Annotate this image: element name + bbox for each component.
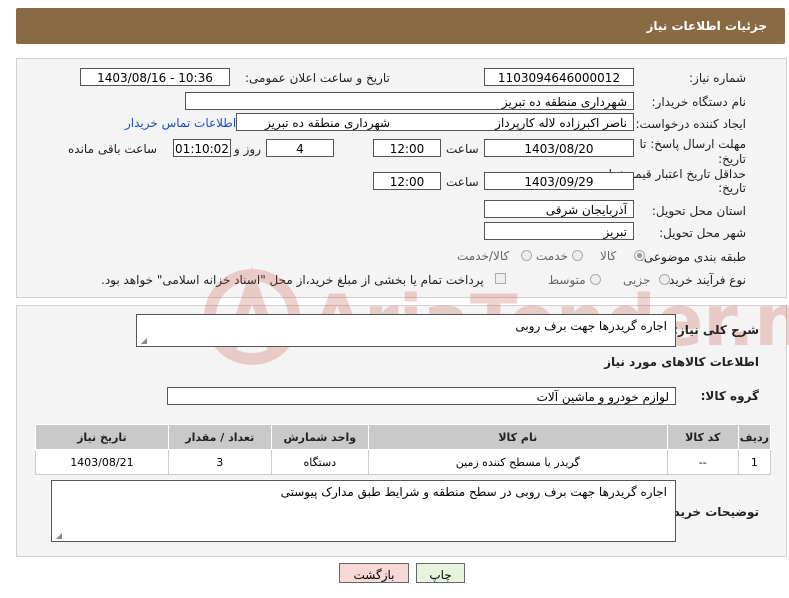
need-number-field[interactable]: 1103094646000012 bbox=[484, 68, 634, 86]
creator-label: ایجاد کننده درخواست: bbox=[635, 117, 746, 131]
table-row: 1 -- گریدر یا مسطح کننده زمین دستگاه 3 1… bbox=[35, 449, 772, 475]
province-label: استان محل تحویل: bbox=[651, 204, 746, 218]
col-unit: واحد شمارش bbox=[270, 424, 369, 450]
goods-table-header: ردیف کد کالا نام کالا واحد شمارش تعداد /… bbox=[35, 424, 772, 450]
city-label: شهر محل تحویل: bbox=[659, 226, 746, 240]
category-goods-radio[interactable] bbox=[634, 250, 645, 261]
goods-info-title: اطلاعات کالاهای مورد نیاز bbox=[604, 355, 759, 369]
reply-time-field[interactable]: 12:00 bbox=[373, 139, 441, 157]
payment-treasury-note: پرداخت تمام یا بخشی از مبلغ خرید،از محل … bbox=[101, 273, 484, 287]
city-field[interactable]: تبریز bbox=[484, 222, 634, 240]
goods-group-field[interactable]: لوازم خودرو و ماشین آلات bbox=[167, 387, 676, 405]
payment-treasury-checkbox[interactable] bbox=[495, 273, 506, 284]
back-button[interactable]: بازگشت bbox=[339, 563, 409, 583]
reply-deadline-label-date: تاریخ: bbox=[718, 152, 746, 166]
cell-goods-code: -- bbox=[666, 449, 739, 475]
reply-date-field[interactable]: 1403/08/20 bbox=[484, 139, 634, 157]
buyer-notes-textarea[interactable]: اجاره گریدرها جهت برف روبی در سطح منطقه … bbox=[51, 480, 676, 542]
cell-row-number: 1 bbox=[737, 449, 772, 475]
price-time-field[interactable]: 12:00 bbox=[373, 172, 441, 190]
col-goods-name: نام کالا bbox=[367, 424, 668, 450]
page-title: جزئیات اطلاعات نیاز bbox=[646, 19, 767, 33]
category-service-radio[interactable] bbox=[572, 250, 583, 261]
reply-deadline-label: مهلت ارسال پاسخ: تا bbox=[639, 137, 746, 151]
creator-name: ناصر اکبرزاده لاله کارپرداز bbox=[495, 116, 627, 130]
goods-table: ردیف کد کالا نام کالا واحد شمارش تعداد /… bbox=[35, 424, 772, 475]
goods-group-label: گروه کالا: bbox=[700, 389, 759, 403]
cell-goods-name: گریدر یا مسطح کننده زمین bbox=[367, 449, 668, 475]
contact-info-link[interactable]: اطلاعات تماس خریدار bbox=[125, 116, 236, 130]
summary-label: شرح کلی نیاز: bbox=[673, 323, 759, 337]
resize-handle-icon[interactable]: ◢ bbox=[139, 336, 147, 345]
announce-date-field[interactable]: 1403/08/16 - 10:36 bbox=[80, 68, 230, 86]
category-service-label: خدمت bbox=[536, 249, 568, 263]
summary-textarea[interactable]: اجاره گریدرها جهت برف روبی ◢ bbox=[136, 314, 676, 347]
process-type-label: نوع فرآیند خرید : bbox=[661, 273, 746, 287]
days-label: روز و bbox=[234, 142, 261, 156]
cell-unit: دستگاه bbox=[270, 449, 369, 475]
announce-date-label: تاریخ و ساعت اعلان عمومی: bbox=[245, 71, 390, 85]
print-button[interactable]: چاپ bbox=[416, 563, 465, 583]
cell-need-date: 1403/08/21 bbox=[35, 449, 169, 475]
process-medium-radio[interactable] bbox=[590, 274, 601, 285]
page-title-bar: جزئیات اطلاعات نیاز bbox=[16, 8, 785, 44]
process-minor-radio[interactable] bbox=[659, 274, 670, 285]
remaining-time-label: ساعت باقی مانده bbox=[68, 142, 158, 156]
category-goods-label: کالا bbox=[600, 249, 617, 263]
category-both-radio[interactable] bbox=[521, 250, 532, 261]
col-row-number: ردیف bbox=[737, 424, 772, 450]
province-field[interactable]: آذربایجان شرقی bbox=[484, 200, 634, 218]
summary-text: اجاره گریدرها جهت برف روبی bbox=[515, 319, 667, 333]
price-time-label: ساعت bbox=[446, 175, 479, 189]
category-label: طبقه بندی موضوعی: bbox=[639, 250, 746, 264]
days-remaining-field[interactable]: 4 bbox=[266, 139, 334, 157]
buyer-org-label: نام دستگاه خریدار: bbox=[651, 95, 747, 109]
remaining-time-field[interactable]: 01:10:02 bbox=[173, 139, 231, 157]
col-goods-code: کد کالا bbox=[666, 424, 739, 450]
creator-org: شهرداری منطقه ده تبریز bbox=[265, 116, 391, 130]
category-both-label: کالا/خدمت bbox=[457, 249, 510, 263]
resize-handle-icon[interactable]: ◢ bbox=[54, 531, 62, 540]
price-date-field[interactable]: 1403/09/29 bbox=[484, 172, 634, 190]
cell-quantity: 3 bbox=[167, 449, 272, 475]
creator-field[interactable]: ناصر اکبرزاده لاله کارپرداز شهرداری منطق… bbox=[236, 113, 634, 131]
reply-time-label: ساعت bbox=[446, 142, 479, 156]
col-quantity: تعداد / مقدار bbox=[167, 424, 272, 450]
buyer-org-field[interactable]: شهرداری منطقه ده تبریز bbox=[185, 92, 634, 110]
col-need-date: تاریخ نیاز bbox=[35, 424, 169, 450]
buyer-notes-text: اجاره گریدرها جهت برف روبی در سطح منطقه … bbox=[280, 485, 667, 499]
process-medium-label: متوسط bbox=[548, 273, 586, 287]
price-deadline-label-date: تاریخ: bbox=[718, 181, 746, 195]
process-minor-label: جزیی bbox=[623, 273, 651, 287]
need-number-label: شماره نیاز: bbox=[689, 71, 746, 85]
